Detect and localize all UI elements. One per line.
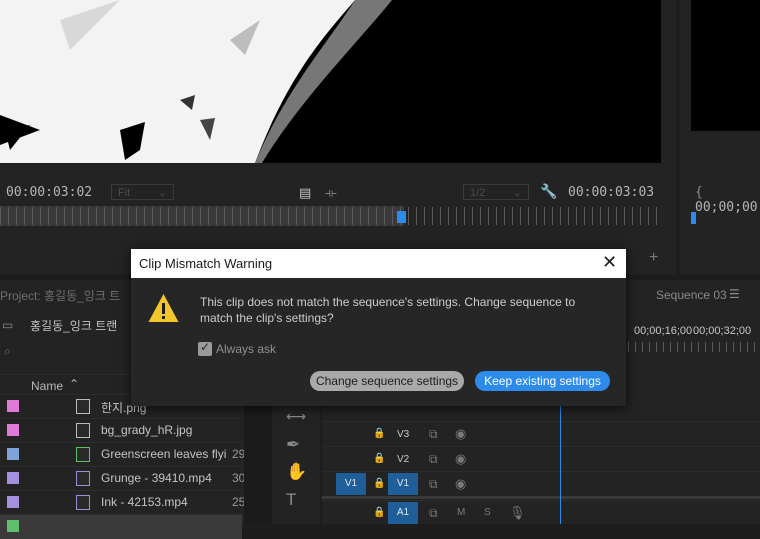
source-timecode[interactable]: { 00;00;00: [695, 185, 760, 215]
panel-menu-icon[interactable]: ☰: [729, 287, 740, 301]
project-item[interactable]: Grunge - 39410.mp4 30: [0, 466, 245, 491]
keep-existing-settings-button[interactable]: Keep existing settings: [475, 371, 610, 391]
wrench-icon[interactable]: 🔧: [540, 183, 557, 200]
label-color-swatch[interactable]: [7, 520, 19, 532]
lock-icon[interactable]: 🔒: [373, 478, 385, 489]
image-file-icon: [76, 399, 90, 414]
bin-icon: ▭: [2, 318, 14, 332]
timeline-ruler-ticks[interactable]: [628, 342, 760, 352]
playhead[interactable]: [397, 211, 406, 223]
always-ask-checkbox[interactable]: ✓: [198, 340, 212, 356]
hand-tool-icon[interactable]: ✋: [286, 462, 307, 482]
pen-tool-icon[interactable]: ✒: [286, 435, 300, 455]
source-patch-v1[interactable]: V1: [336, 473, 366, 495]
source-playhead[interactable]: [691, 212, 696, 224]
project-item-partial[interactable]: [0, 514, 242, 539]
image-file-icon: [76, 423, 90, 438]
label-color-swatch[interactable]: [7, 472, 19, 484]
zoom-dropdown[interactable]: Fit ⌄: [111, 184, 174, 200]
checkmark-icon: ✓: [200, 340, 211, 354]
program-monitor: 00:00:03:02 Fit ⌄ ▤ ⟛ 1/2 ⌄ 🔧 00:00:03:0…: [0, 0, 676, 274]
item-name: bg_grady_hR.jpg: [101, 423, 193, 437]
track-name: V3: [397, 429, 410, 440]
project-item[interactable]: bg_grady_hR.jpg: [0, 418, 242, 443]
resolution-dropdown[interactable]: 1/2 ⌄: [463, 184, 529, 200]
ink-stroke-frame: [0, 0, 661, 163]
dialog-title-bar[interactable]: Clip Mismatch Warning ✕: [131, 249, 626, 278]
source-preview[interactable]: [691, 0, 760, 131]
solo-button[interactable]: S: [484, 507, 491, 518]
item-name: Grunge - 39410.mp4: [101, 471, 212, 485]
track-name: V2: [397, 454, 410, 465]
ruler-mark: 00;00;32;00: [693, 325, 752, 337]
name-column-label: Name: [31, 379, 64, 393]
tools-panel: ⟷ ✒ ✋ T: [272, 405, 320, 524]
label-color-swatch[interactable]: [7, 424, 19, 436]
label-color-swatch[interactable]: [7, 448, 19, 460]
source-monitor: { 00;00;00: [680, 0, 760, 274]
track-v2[interactable]: 🔒 V2 ⧉ ◉: [322, 446, 760, 471]
item-name: Greenscreen leaves flyi: [101, 447, 227, 461]
duration-timecode: 00:00:03:03: [568, 185, 655, 200]
track-v1[interactable]: V1 🔒 V1 ⧉ ◉: [322, 471, 760, 496]
timeline-ruler[interactable]: [0, 207, 660, 225]
track-v3[interactable]: 🔒 V3 ⧉ ◉: [322, 421, 760, 446]
label-color-swatch[interactable]: [7, 496, 19, 508]
track-target-a1[interactable]: A1: [388, 502, 418, 524]
item-name: Ink - 42153.mp4: [101, 495, 188, 509]
insert-icon[interactable]: ⟛: [325, 185, 337, 201]
eye-icon[interactable]: ◉: [455, 476, 466, 492]
close-icon[interactable]: ✕: [602, 252, 617, 273]
clip-mismatch-dialog: Clip Mismatch Warning ✕ This clip does n…: [131, 249, 626, 406]
project-tab[interactable]: Project: 홍길동_잉크 트: [0, 287, 120, 304]
safe-margins-icon[interactable]: ▤: [299, 185, 311, 201]
microphone-icon[interactable]: 🎙: [509, 505, 526, 521]
lock-icon[interactable]: 🔒: [373, 507, 385, 518]
add-button-icon[interactable]: +: [649, 249, 658, 267]
video-file-icon: [76, 495, 90, 510]
eye-icon[interactable]: ◉: [455, 426, 466, 442]
ruler-mark: 00;00;16;00: [634, 325, 693, 337]
track-divider[interactable]: [322, 496, 760, 499]
sync-lock-icon[interactable]: ⧉: [429, 506, 438, 521]
sync-lock-icon[interactable]: ⧉: [429, 477, 438, 492]
timeline-playhead-line[interactable]: [560, 404, 561, 524]
label-color-swatch[interactable]: [7, 400, 19, 412]
lock-icon[interactable]: 🔒: [373, 428, 385, 439]
chevron-down-icon: ⌄: [512, 187, 522, 199]
eye-icon[interactable]: ◉: [455, 451, 466, 467]
track-a1[interactable]: 🔒 A1 ⧉ M S 🎙: [322, 500, 760, 525]
bin-name: 홍길동_잉크 트랜: [30, 319, 118, 333]
lock-icon[interactable]: 🔒: [373, 453, 385, 464]
playhead-timecode[interactable]: 00:00:03:02: [6, 185, 92, 200]
change-sequence-settings-button[interactable]: Change sequence settings: [310, 371, 464, 391]
mute-button[interactable]: M: [457, 507, 465, 518]
video-file-icon: [76, 447, 90, 462]
warning-icon: [148, 294, 179, 322]
type-tool-icon[interactable]: T: [286, 490, 296, 510]
sort-ascending-icon[interactable]: ⌃: [69, 377, 79, 391]
project-item[interactable]: Greenscreen leaves flyi 29: [0, 442, 245, 467]
track-target-v1[interactable]: V1: [388, 473, 418, 495]
zoom-dropdown-value: Fit: [118, 187, 131, 199]
chevron-down-icon: ⌄: [157, 187, 167, 199]
slip-tool-icon[interactable]: ⟷: [286, 408, 306, 425]
sync-lock-icon[interactable]: ⧉: [429, 427, 438, 442]
always-ask-label: Always ask: [216, 342, 277, 356]
resolution-dropdown-value: 1/2: [470, 187, 486, 199]
dialog-message: This clip does not match the sequence's …: [200, 295, 576, 325]
project-item[interactable]: Ink - 42153.mp4 25: [0, 490, 245, 515]
dialog-title: Clip Mismatch Warning: [139, 256, 273, 271]
sync-lock-icon[interactable]: ⧉: [429, 452, 438, 467]
sequence-tab[interactable]: Sequence 03: [656, 288, 727, 302]
search-icon[interactable]: ⌕: [4, 344, 11, 359]
video-file-icon: [76, 471, 90, 486]
video-preview[interactable]: [0, 0, 661, 163]
